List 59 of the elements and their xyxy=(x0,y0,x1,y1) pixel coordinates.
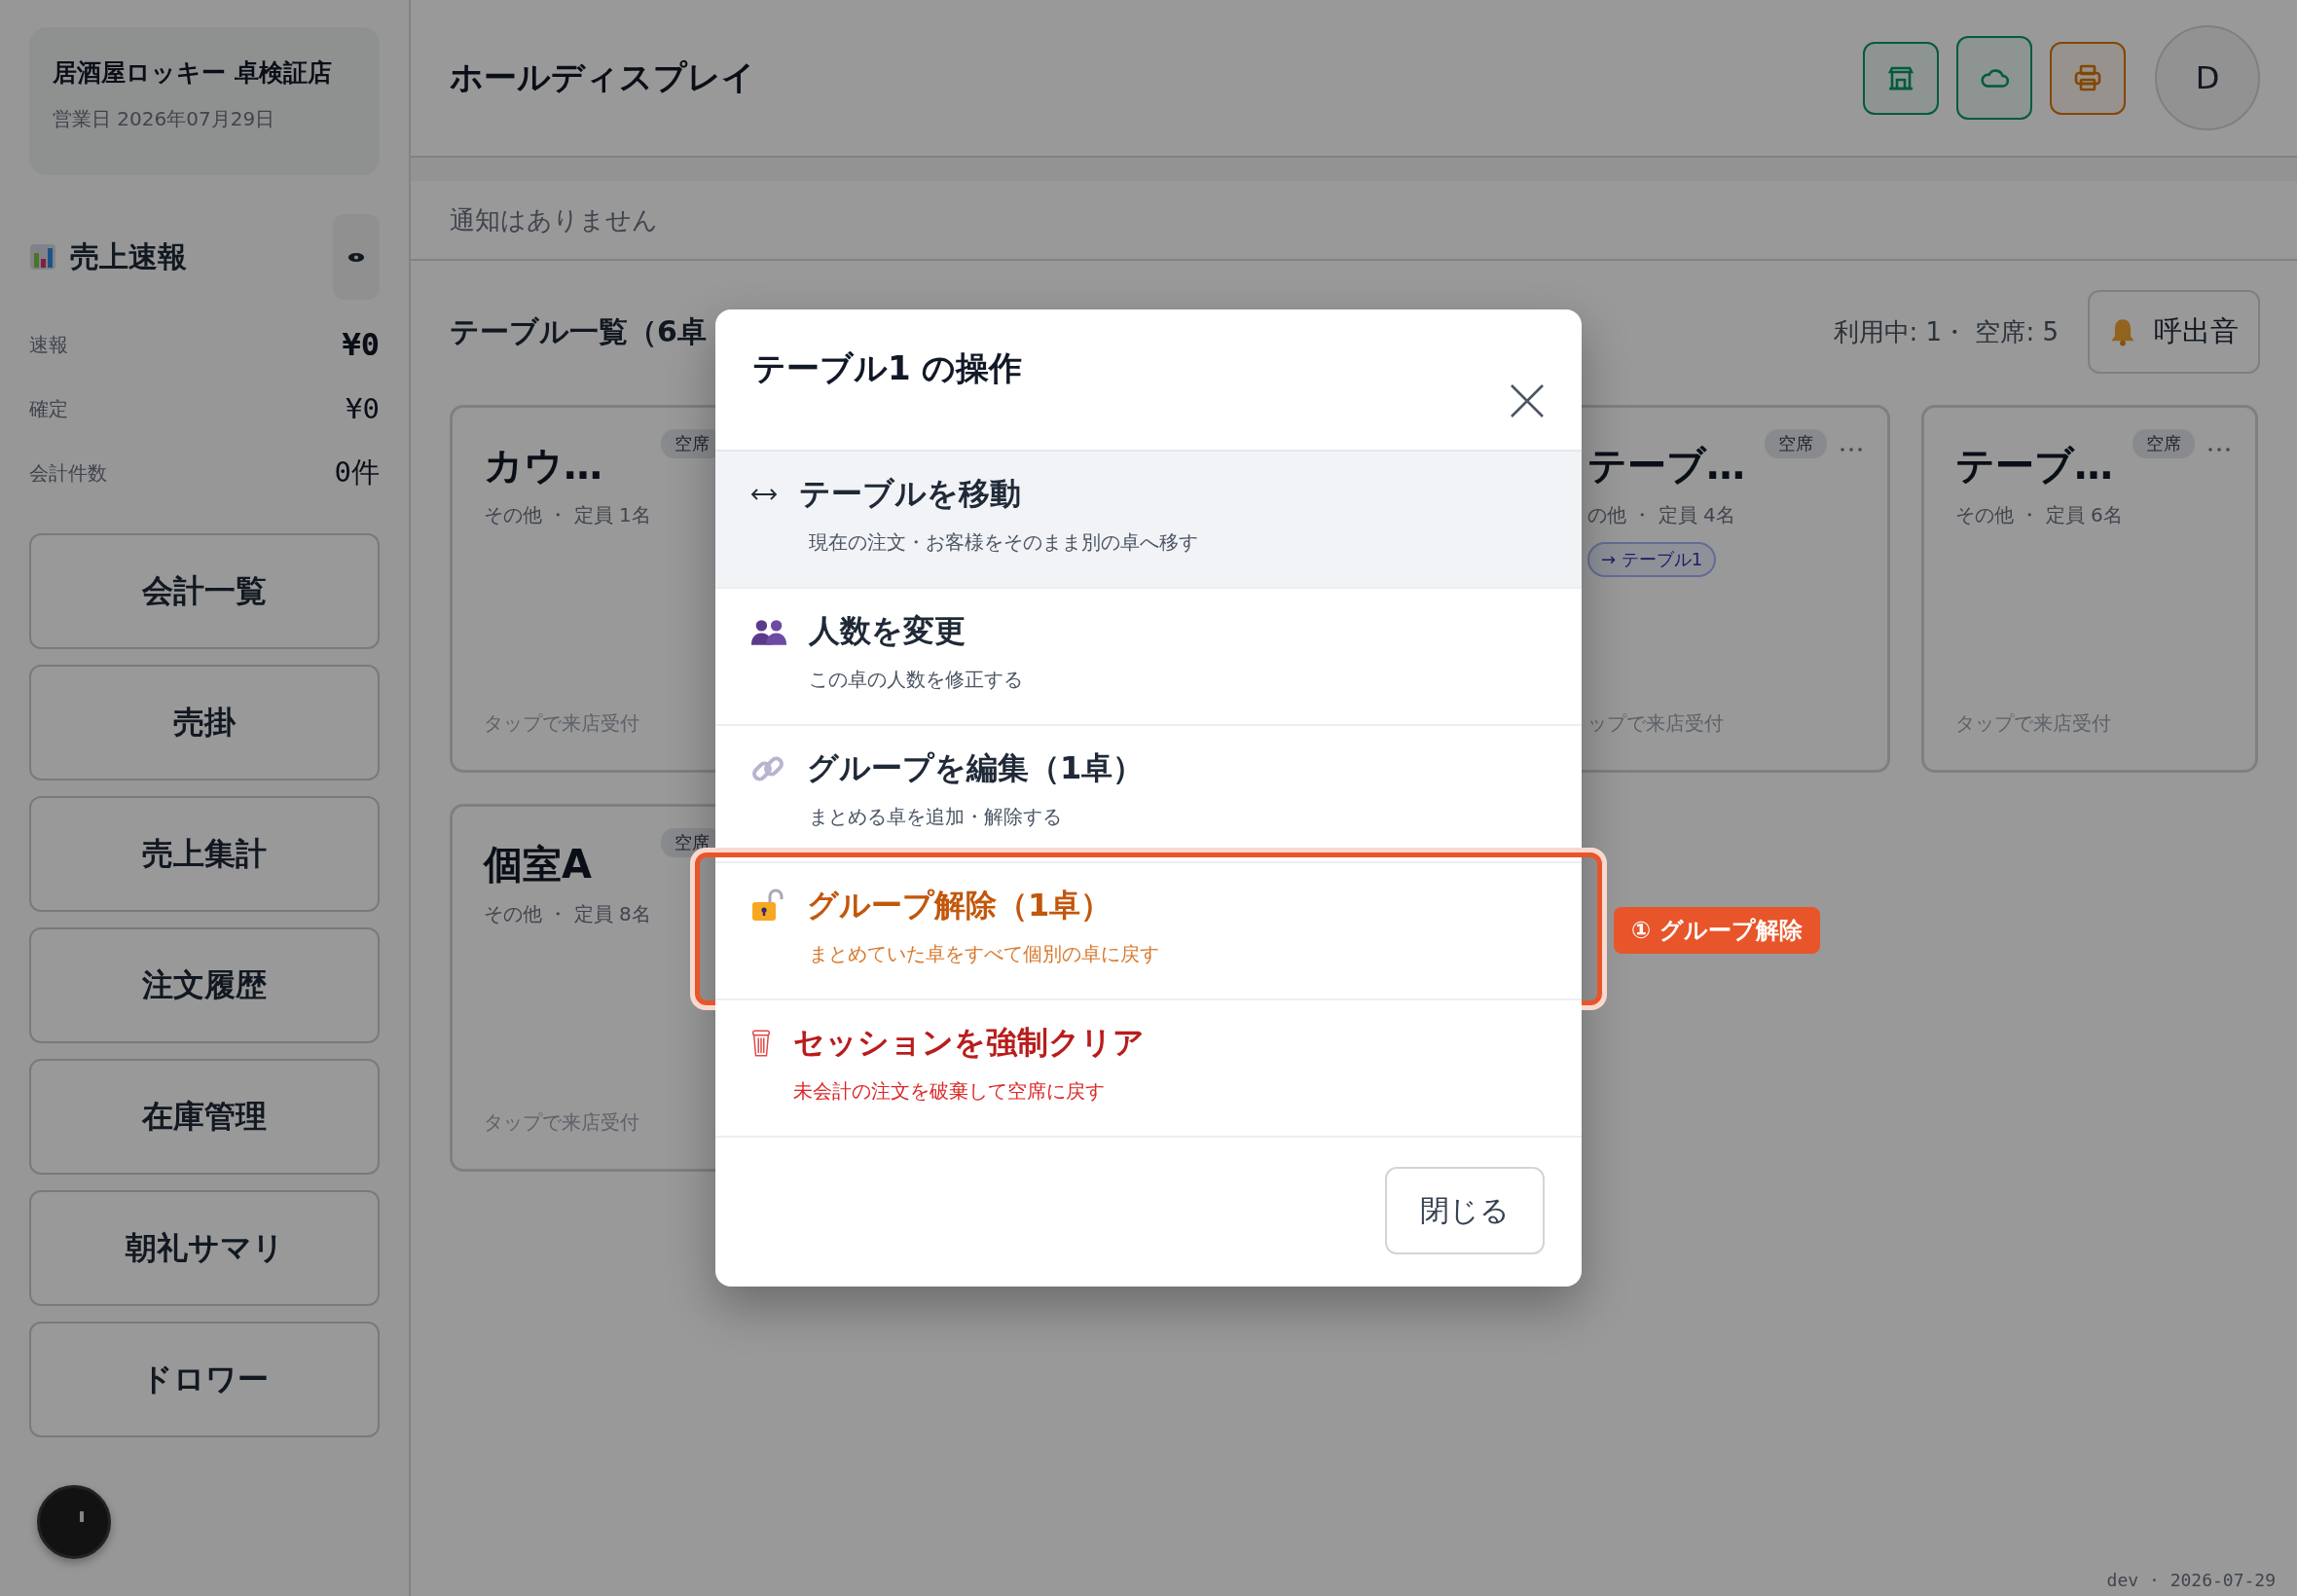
table-info: その他 ・ 定員 1名 xyxy=(484,502,651,528)
people-icon xyxy=(750,617,787,646)
table-name: テーブ… xyxy=(1587,442,1746,490)
printer-icon xyxy=(2072,62,2103,93)
more-icon xyxy=(1839,447,1864,453)
callout-label: ① グループ解除 xyxy=(1614,907,1820,954)
action-item[interactable]: テーブルを移動 現在の注文・お客様をそのまま別の卓へ移す xyxy=(715,452,1582,589)
table-info: の他 ・ 定員 4名 xyxy=(1587,502,1735,528)
trash-can-icon xyxy=(750,1029,772,1058)
status-badge: 空席 xyxy=(1765,429,1827,458)
sales-value: ¥0 xyxy=(346,392,380,425)
chime-button[interactable]: 呼出音 xyxy=(2088,290,2260,374)
eye-icon xyxy=(347,251,365,263)
nav-button[interactable]: 売掛 xyxy=(29,665,380,780)
nav-button[interactable]: 注文履歴 xyxy=(29,927,380,1043)
action-item[interactable]: グループ解除（1卓） まとめていた卓をすべて個別の卓に戻す xyxy=(715,863,1582,1000)
sales-title: 売上速報 xyxy=(70,237,188,275)
bell-icon xyxy=(2109,317,2136,346)
nav-button[interactable]: 会計一覧 xyxy=(29,533,380,649)
knob-button[interactable] xyxy=(37,1485,111,1559)
action-item[interactable]: セッションを強制クリア 未会計の注文を破棄して空席に戻す xyxy=(715,1000,1582,1138)
action-item[interactable]: 人数を変更 この卓の人数を修正する xyxy=(715,589,1582,726)
sales-label: 確定 xyxy=(29,395,68,422)
bar-chart-icon xyxy=(29,243,56,271)
sales-value: ¥0 xyxy=(342,326,380,363)
store-name: 居酒屋ロッキー 卓検証店 xyxy=(53,57,333,89)
table-name: 個室A xyxy=(484,841,593,889)
visibility-toggle-button[interactable] xyxy=(333,214,380,300)
build-info: dev · 2026-07-29 xyxy=(2106,1570,2276,1590)
table-hint: タップで来店受付 xyxy=(484,1109,639,1136)
table-hint: ップで来店受付 xyxy=(1587,710,1724,737)
nav-button[interactable]: 売上集計 xyxy=(29,796,380,912)
table-card[interactable]: テーブ… 空席 その他 ・ 定員 6名 タップで来店受付 xyxy=(1921,405,2258,773)
group-link-tag: → テーブル1 xyxy=(1587,542,1717,577)
table-info: その他 ・ 定員 8名 xyxy=(484,901,651,927)
table-name: カウ… xyxy=(484,442,603,490)
user-avatar[interactable]: D xyxy=(2155,25,2260,130)
business-date: 営業日 2026年07月29日 xyxy=(53,106,276,132)
table-hint: タップで来店受付 xyxy=(1955,710,2111,737)
table-hint: タップで来店受付 xyxy=(484,710,639,737)
double-arrow-icon xyxy=(750,487,778,502)
dialog-title: テーブル1 の操作 xyxy=(752,347,1023,389)
sales-label: 速報 xyxy=(29,331,68,358)
table-summary: 利用中: 1・ 空席: 5 xyxy=(1833,315,2059,348)
notification-text: 通知はありません xyxy=(450,203,658,236)
action-item[interactable]: グループを編集（1卓） まとめる卓を追加・解除する xyxy=(715,726,1582,863)
sales-label: 会計件数 xyxy=(29,459,107,487)
table-name: テーブ… xyxy=(1955,442,2114,490)
more-icon xyxy=(2206,447,2232,453)
section-title: テーブル一覧（6卓 xyxy=(450,312,707,350)
nav-button[interactable]: ドロワー xyxy=(29,1322,380,1437)
table-info: その他 ・ 定員 6名 xyxy=(1955,502,2123,528)
nav-button[interactable]: 朝礼サマリ xyxy=(29,1190,380,1306)
nav-button[interactable]: 在庫管理 xyxy=(29,1059,380,1175)
sales-value: 0件 xyxy=(334,454,380,490)
status-badge: 空席 xyxy=(2133,429,2195,458)
close-button[interactable]: 閉じる xyxy=(1385,1167,1545,1254)
unlocked-padlock-icon xyxy=(750,889,785,924)
page-title: ホールディスプレイ xyxy=(450,56,755,98)
